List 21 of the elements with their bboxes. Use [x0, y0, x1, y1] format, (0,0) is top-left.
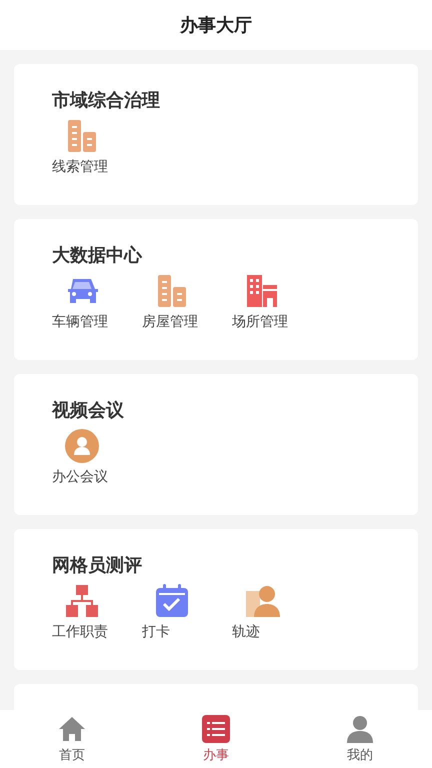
menu-label[interactable]: 线索管理 [52, 158, 108, 176]
org-chart-icon[interactable] [64, 583, 100, 619]
home-icon [58, 714, 86, 742]
menu-label[interactable]: 工作职责 [52, 623, 108, 641]
calendar-check-icon[interactable] [154, 583, 190, 619]
menu-label[interactable]: 车辆管理 [52, 313, 108, 331]
user-icon[interactable] [64, 428, 100, 464]
menu-label[interactable]: 房屋管理 [142, 313, 198, 331]
section-title: 大数据中心 [52, 244, 144, 267]
page-title: 办事大厅 [180, 14, 252, 37]
list-icon [202, 714, 230, 742]
menu-label[interactable]: 轨迹 [232, 623, 260, 641]
section-title: 视频会议 [52, 399, 125, 422]
person-icon[interactable] [244, 583, 280, 619]
section-title: 网格员测评 [52, 554, 143, 577]
menu-label[interactable]: 场所管理 [232, 313, 288, 331]
menu-label[interactable]: 办公会议 [52, 468, 108, 486]
building-icon[interactable] [244, 273, 280, 309]
section-title: 市域综合治理 [52, 89, 161, 112]
person-icon [346, 714, 374, 742]
menu-label[interactable]: 打卡 [142, 623, 170, 641]
